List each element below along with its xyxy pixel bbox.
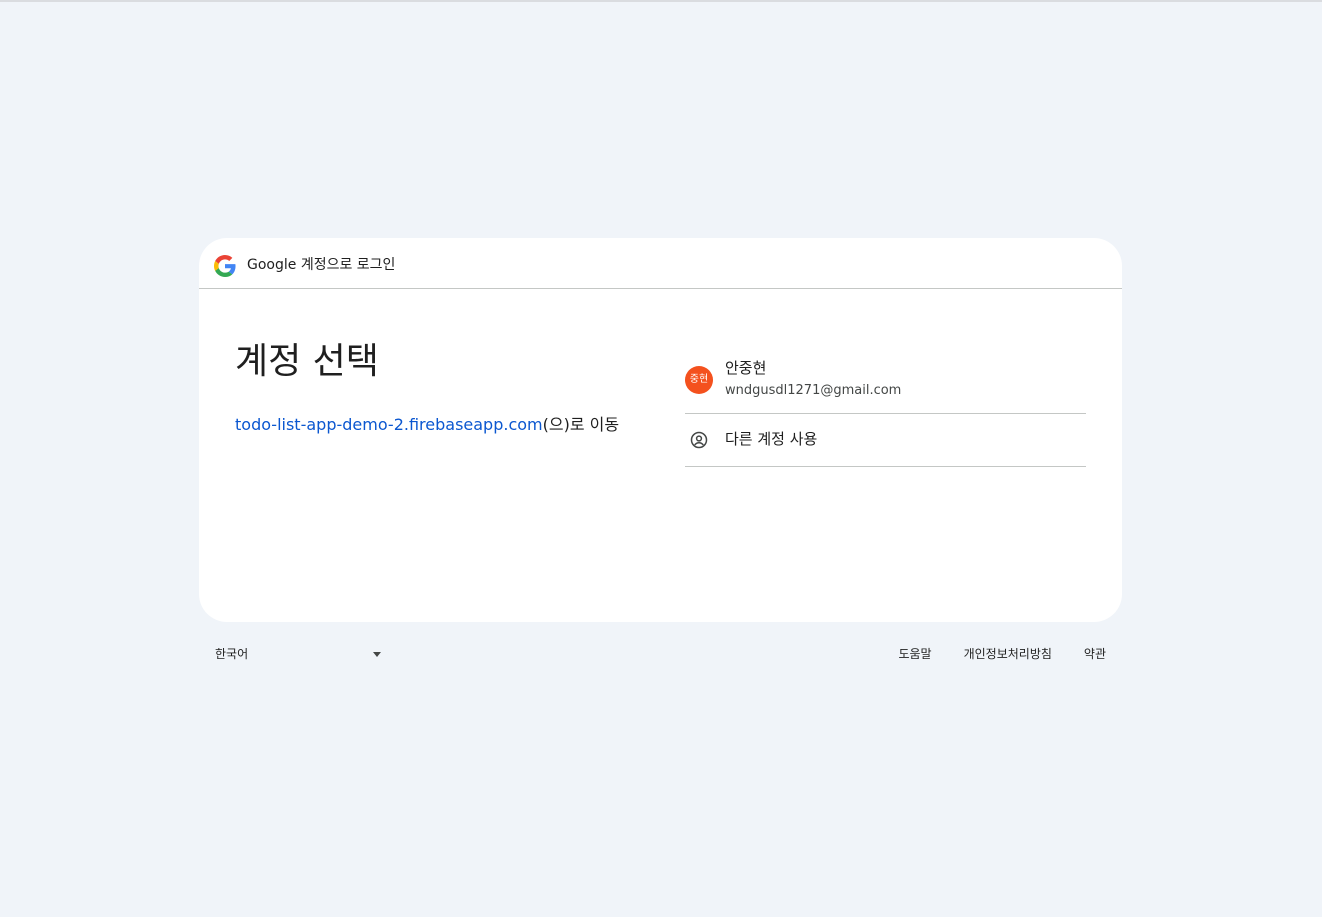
account-email: wndgusdl1271@gmail.com bbox=[725, 383, 902, 398]
account-name: 안중현 bbox=[725, 359, 767, 377]
account-circle-icon bbox=[690, 431, 708, 449]
footer-links: 도움말 개인정보처리방침 약관 bbox=[898, 644, 1106, 664]
google-logo-icon bbox=[214, 255, 236, 277]
language-label: 한국어 bbox=[215, 647, 249, 661]
use-another-account-button[interactable]: 다른 계정 사용 bbox=[685, 414, 1086, 467]
terms-link[interactable]: 약관 bbox=[1084, 644, 1106, 664]
destination-link[interactable]: todo-list-app-demo-2.firebaseapp.com bbox=[235, 415, 543, 434]
page-title: 계정 선택 bbox=[235, 341, 379, 382]
card-header: Google 계정으로 로그인 bbox=[199, 238, 1122, 289]
use-another-account-label: 다른 계정 사용 bbox=[725, 430, 818, 448]
language-select[interactable]: 한국어 bbox=[215, 644, 385, 664]
top-border bbox=[0, 0, 1322, 2]
destination-text: todo-list-app-demo-2.firebaseapp.com(으)로… bbox=[235, 414, 619, 436]
header-title: Google 계정으로 로그인 bbox=[247, 257, 396, 273]
destination-suffix: (으)로 이동 bbox=[542, 415, 620, 434]
footer: 한국어 도움말 개인정보처리방침 약관 bbox=[199, 640, 1122, 668]
account-list: 중현 안중현 wndgusdl1271@gmail.com 다른 계정 사용 bbox=[685, 348, 1086, 467]
account-item[interactable]: 중현 안중현 wndgusdl1271@gmail.com bbox=[685, 348, 1086, 414]
avatar: 중현 bbox=[685, 366, 713, 394]
help-link[interactable]: 도움말 bbox=[898, 644, 931, 664]
privacy-link[interactable]: 개인정보처리방침 bbox=[964, 644, 1052, 664]
dropdown-arrow-icon bbox=[373, 652, 381, 657]
account-chooser-card: Google 계정으로 로그인 계정 선택 todo-list-app-demo… bbox=[199, 238, 1122, 622]
